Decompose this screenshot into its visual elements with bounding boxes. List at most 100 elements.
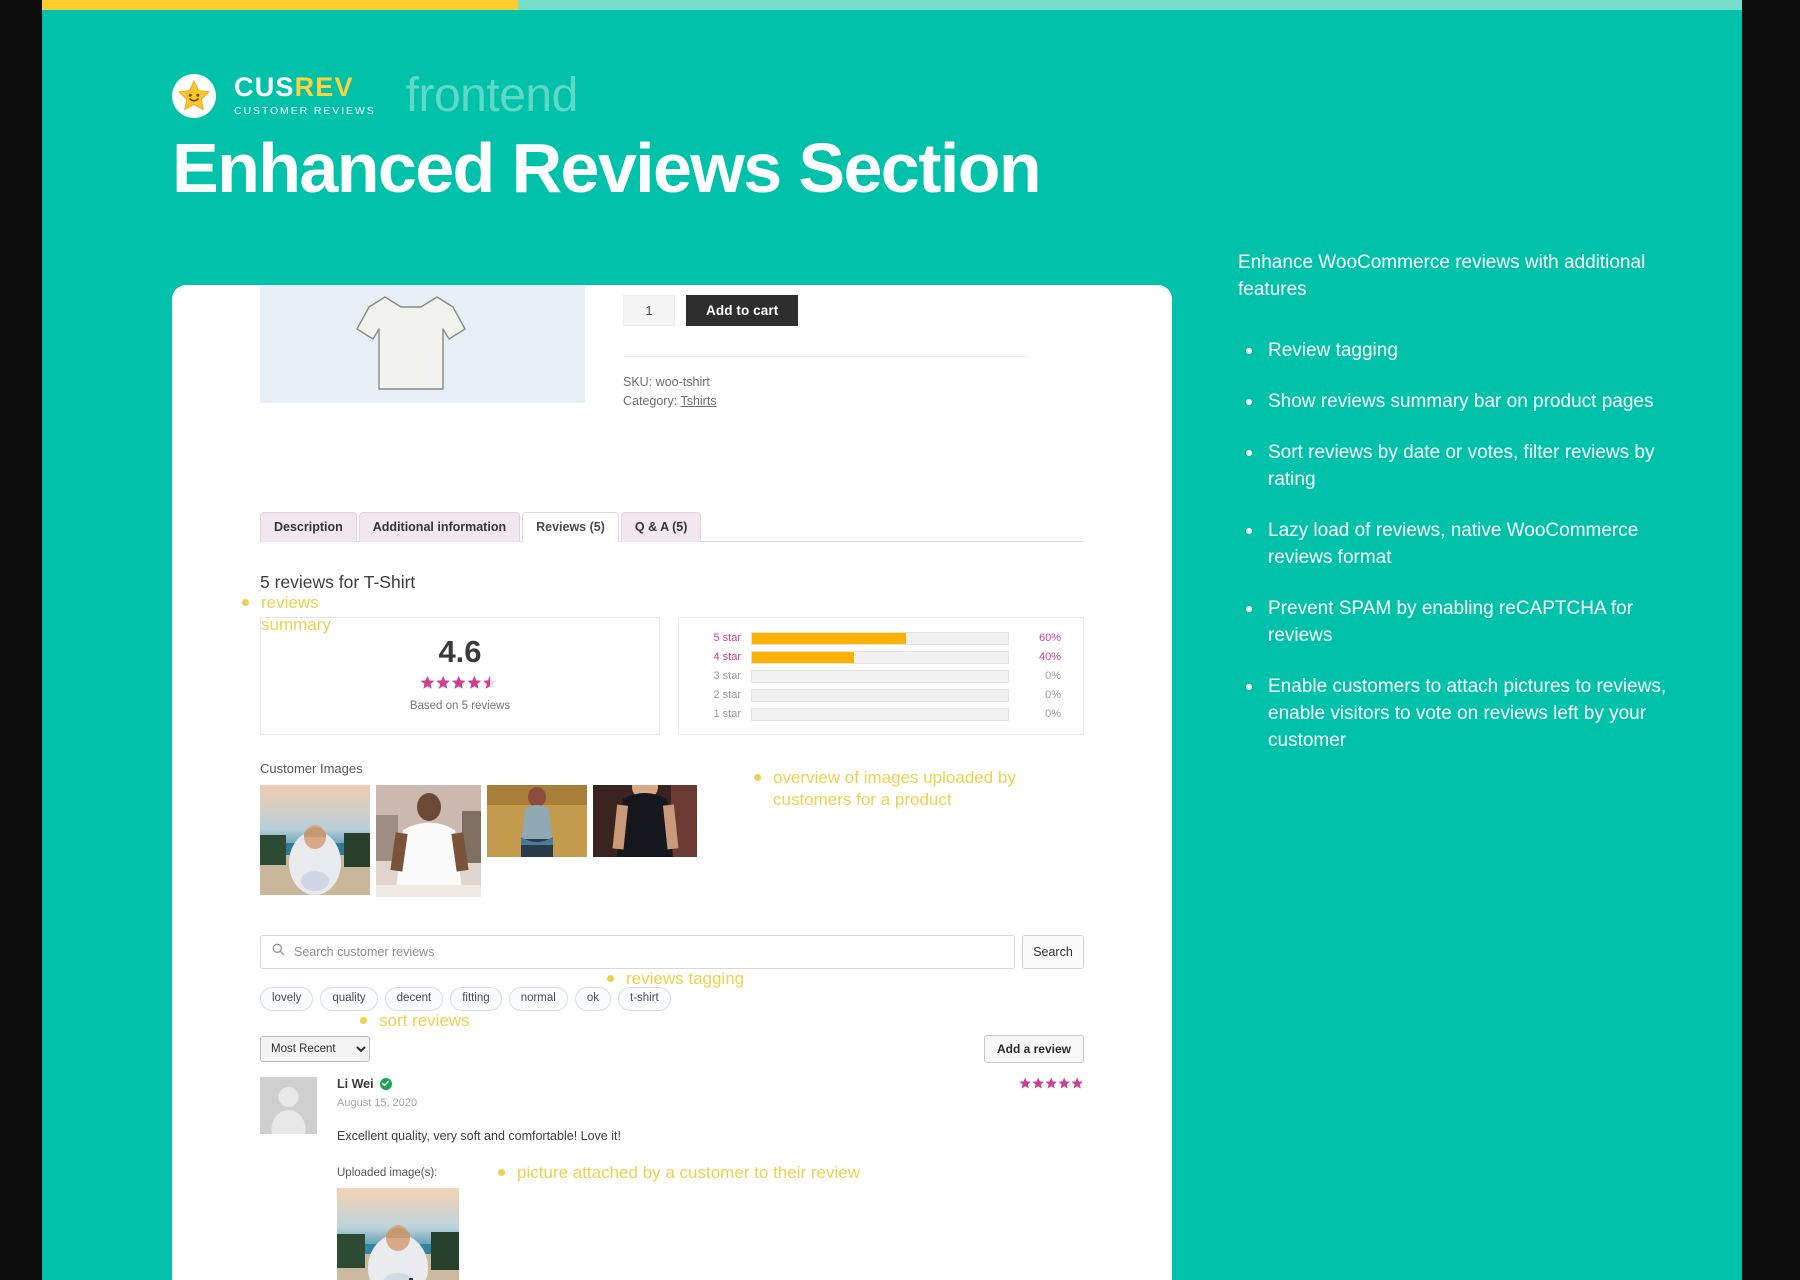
feature-list-item: Lazy load of reviews, native WooCommerce…	[1238, 518, 1688, 572]
rating-bar-percent: 60%	[1038, 632, 1061, 644]
rating-bar-track	[751, 631, 1009, 645]
category-link[interactable]: Tshirts	[680, 394, 716, 408]
reviews-heading: 5 reviews for T-Shirt	[260, 572, 416, 592]
bullet-dot-icon	[360, 1017, 367, 1024]
search-button[interactable]: Search	[1022, 935, 1084, 969]
rating-bar-percent: 40%	[1038, 651, 1061, 663]
review-tags-row: lovely quality decent fitting normal ok t-shir…	[260, 987, 1084, 1011]
page-title: Enhanced Reviews Section	[172, 129, 1042, 207]
annotation-customer-images: overview of images uploaded by customers…	[754, 767, 1054, 811]
product-meta: SKU: woo-tshirt Category: Tshirts	[623, 356, 1028, 412]
quantity-input[interactable]: 1	[623, 295, 675, 326]
tab-q-a-5[interactable]: Q & A (5)	[620, 512, 702, 542]
sort-reviews-select[interactable]: Most RecentHighest RatingLowest RatingMo…	[260, 1035, 370, 1062]
feature-list-panel: Enhance WooCommerce reviews with additio…	[1238, 250, 1688, 779]
verified-badge-icon	[379, 1077, 392, 1090]
buy-row: 1 Add to cart	[623, 295, 1084, 326]
search-icon	[272, 943, 285, 961]
review-tag[interactable]: ok	[574, 987, 611, 1011]
brand-tagline: CUSTOMER REVIEWS	[234, 105, 376, 118]
product-image	[260, 285, 585, 403]
rating-bar-track	[751, 707, 1009, 721]
annotation-text: sort reviews	[379, 1011, 470, 1030]
bullet-dot-icon	[498, 1169, 505, 1176]
review-rating-stars	[1019, 1077, 1084, 1093]
product-purchase-area: 1 Add to cart SKU: woo-tshirt Category: …	[585, 285, 1084, 420]
review-attached-image[interactable]	[337, 1187, 459, 1280]
review-tag[interactable]: lovely	[260, 987, 314, 1011]
rating-bar-label: 5 star	[713, 632, 741, 644]
brand-logo: CUSREV CUSTOMER REVIEWS frontend	[172, 68, 578, 123]
rating-count-caption: Based on 5 reviews	[409, 700, 511, 712]
rating-bar-track	[751, 688, 1009, 702]
rating-bar-label: 2 star	[713, 689, 741, 701]
star-logo-icon	[172, 73, 216, 118]
annotation-attached-picture: picture attached by a customer to their …	[498, 1162, 938, 1184]
review-tag[interactable]: normal	[508, 987, 568, 1011]
features-intro: Enhance WooCommerce reviews with additio…	[1238, 252, 1646, 300]
customer-image-thumb[interactable]	[487, 785, 587, 857]
annotation-reviews-tagging: reviews tagging	[607, 968, 827, 990]
rating-bar-percent: 0%	[1045, 670, 1061, 682]
review-author-name: Li Wei	[337, 1076, 374, 1091]
tab-reviews-5[interactable]: Reviews (5)	[522, 512, 619, 542]
average-rating-value: 4.6	[438, 634, 482, 669]
avatar	[260, 1076, 317, 1134]
tab-description[interactable]: Description	[260, 512, 357, 542]
product-summary: 1 Add to cart SKU: woo-tshirt Category: …	[260, 285, 1084, 420]
rating-bar-row[interactable]: 1 star 0%	[697, 707, 1061, 722]
feature-list-item: Enable customers to attach pictures to r…	[1238, 674, 1688, 755]
product-sku: SKU: woo-tshirt	[623, 375, 710, 389]
customer-image-thumb[interactable]	[260, 785, 370, 895]
rating-bar-percent: 0%	[1045, 689, 1061, 701]
slide-stage: CUSREV CUSTOMER REVIEWS frontend Enhance…	[0, 0, 1800, 1280]
section-word: frontend	[405, 69, 579, 122]
rating-bar-row[interactable]: 4 star 40%	[697, 650, 1061, 665]
annotation-text: reviews tagging	[626, 969, 745, 988]
feature-list-item: Prevent SPAM by enabling reCAPTCHA for r…	[1238, 596, 1688, 650]
add-to-cart-button[interactable]: Add to cart	[686, 295, 799, 326]
feature-list-item: Show reviews summary bar on product page…	[1238, 389, 1688, 416]
rating-bar-row[interactable]: 5 star 60%	[697, 631, 1061, 646]
brand-name: CUSREV	[234, 72, 354, 103]
feature-list-item: Sort reviews by date or votes, filter re…	[1238, 440, 1688, 494]
annotation-text: overview of images uploaded by customers…	[773, 768, 1016, 810]
rating-distribution: 5 star 60% 4 star 40% 3 star 0% 2 star 0% 1 star…	[678, 617, 1084, 735]
add-review-button[interactable]: Add a review	[983, 1034, 1084, 1063]
rating-bar-row[interactable]: 3 star 0%	[697, 669, 1061, 684]
rating-bar-fill	[752, 651, 855, 663]
search-field-wrapper[interactable]	[260, 935, 1015, 969]
progress-bar-track	[42, 0, 1742, 10]
annotation-sort-reviews: sort reviews	[360, 1010, 560, 1032]
review-controls-row: Most RecentHighest RatingLowest RatingMo…	[260, 1034, 1084, 1063]
review-author-row: Li Wei	[337, 1077, 1084, 1091]
customer-image-thumb[interactable]	[376, 785, 481, 897]
product-category: Category: Tshirts	[623, 394, 717, 409]
review-tag[interactable]: t-shirt	[618, 987, 671, 1011]
review-tag[interactable]: fitting	[450, 987, 502, 1011]
review-text: Excellent quality, very soft and comfort…	[337, 1128, 621, 1143]
rating-bar-row[interactable]: 2 star 0%	[697, 688, 1061, 703]
product-tabs: Description Additional information Reviews…	[260, 512, 1084, 542]
brand-wordmark: CUSREV CUSTOMER REVIEWS	[234, 74, 376, 117]
review-tag[interactable]: quality	[320, 987, 378, 1011]
review-date: August 15, 2020	[337, 1096, 418, 1109]
annotation-text: picture attached by a customer to their …	[517, 1163, 860, 1182]
rating-bar-track	[751, 650, 1009, 664]
rating-bar-percent: 0%	[1045, 708, 1061, 720]
rating-bar-label: 3 star	[713, 670, 741, 682]
customer-image-thumb[interactable]	[593, 785, 697, 857]
tab-additional-information[interactable]: Additional information	[358, 512, 521, 542]
bullet-dot-icon	[242, 599, 249, 606]
feature-list-item: Review tagging	[1238, 338, 1688, 365]
reviews-summary-row: 4.6 Based on 5 reviews 5 star 60% 4 star…	[260, 617, 1084, 735]
rating-bar-label: 1 star	[713, 708, 741, 720]
review-tag[interactable]: decent	[384, 987, 444, 1011]
search-input[interactable]	[294, 945, 1003, 959]
review-search-row: Search	[260, 935, 1084, 969]
progress-bar-fill	[42, 0, 518, 10]
bullet-dot-icon	[607, 975, 614, 982]
average-rating-stars	[410, 675, 510, 694]
presentation-slide: CUSREV CUSTOMER REVIEWS frontend Enhance…	[42, 0, 1742, 1280]
annotation-reviews-summary: reviews summary	[242, 592, 372, 636]
